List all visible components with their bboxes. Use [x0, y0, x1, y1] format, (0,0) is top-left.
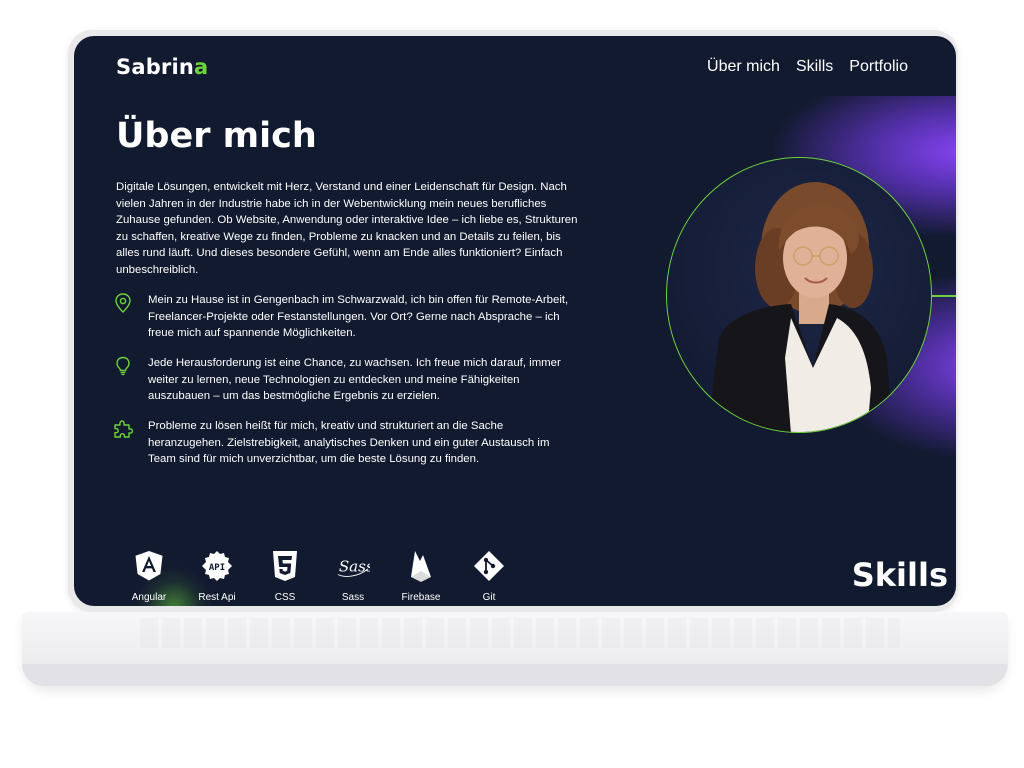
skill-label: Git: [482, 592, 496, 603]
skill-label: CSS: [274, 592, 296, 603]
laptop-base-edge: [22, 664, 1008, 686]
skills-row: Angular API Rest Api CSS Sass Sass: [118, 548, 520, 603]
skill-item-firebase[interactable]: Firebase: [390, 548, 452, 603]
profile-photo: [666, 157, 932, 433]
site-header: Sabrina Über mich Skills Portfolio: [74, 36, 956, 98]
css3-icon: [268, 548, 302, 584]
api-icon: API: [200, 548, 234, 584]
skill-label: Firebase: [401, 592, 441, 603]
about-title: Über mich: [116, 116, 317, 156]
laptop-keyboard: [140, 618, 900, 648]
profile-portrait-illustration: [707, 182, 893, 432]
firebase-icon: [404, 548, 438, 584]
skill-label: Sass: [341, 592, 365, 603]
skill-item-css[interactable]: CSS: [254, 548, 316, 603]
location-pin-icon: [112, 292, 134, 314]
about-point-problem-solving: Probleme zu lösen heißt für mich, kreati…: [112, 418, 582, 468]
skill-item-sass[interactable]: Sass Sass: [322, 548, 384, 603]
nav-link-portfolio[interactable]: Portfolio: [849, 58, 908, 76]
skill-item-angular[interactable]: Angular: [118, 548, 180, 603]
git-icon: [472, 548, 506, 584]
skill-item-git[interactable]: Git: [458, 548, 520, 603]
angular-icon: [132, 548, 166, 584]
about-point-text: Jede Herausforderung ist eine Chance, zu…: [148, 357, 561, 403]
puzzle-icon: [112, 418, 134, 440]
about-intro: Digitale Lösungen, entwickelt mit Herz, …: [116, 181, 578, 276]
logo-accent-letter: a: [194, 55, 209, 79]
logo-text: Sabrin: [116, 55, 195, 79]
about-point-text: Probleme zu lösen heißt für mich, kreati…: [148, 420, 550, 466]
svg-text:API: API: [209, 563, 225, 573]
about-point-text: Mein zu Hause ist in Gengenbach im Schwa…: [148, 294, 569, 340]
nav-link-about[interactable]: Über mich: [707, 58, 780, 76]
laptop-mockup: Sabrina Über mich Skills Portfolio Über …: [0, 0, 1024, 768]
skill-label: Rest Api: [198, 592, 236, 603]
decorative-line: [931, 295, 956, 297]
skill-label: Angular: [131, 592, 167, 603]
about-point-growth: Jede Herausforderung ist eine Chance, zu…: [112, 355, 582, 405]
skill-item-rest-api[interactable]: API Rest Api: [186, 548, 248, 603]
nav-link-skills[interactable]: Skills: [796, 58, 833, 76]
website-screen: Sabrina Über mich Skills Portfolio Über …: [74, 36, 956, 606]
skills-title: Skills: [851, 556, 948, 594]
site-logo[interactable]: Sabrina: [116, 55, 208, 79]
about-point-location: Mein zu Hause ist in Gengenbach im Schwa…: [112, 292, 582, 342]
lightbulb-icon: [112, 355, 134, 377]
svg-text:Sass: Sass: [339, 558, 370, 576]
sass-icon: Sass: [336, 548, 370, 584]
main-nav: Über mich Skills Portfolio: [707, 58, 908, 76]
